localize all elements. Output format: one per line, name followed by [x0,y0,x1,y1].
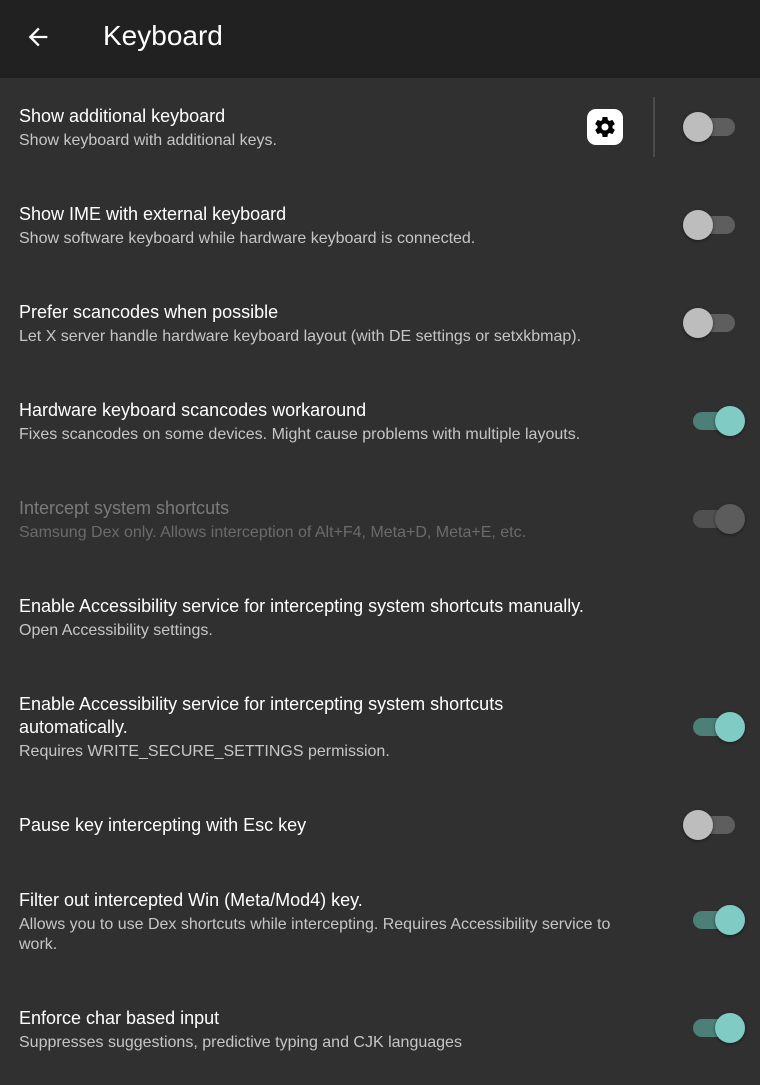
pref-summary: Samsung Dex only. Allows interception of… [19,524,527,541]
pref-show-ime-external-keyboard[interactable]: Show IME with external keyboard Show sof… [0,176,760,274]
pref-pause-intercepting-esc[interactable]: Pause key intercepting with Esc key [0,786,760,864]
pref-title: Enforce char based input [19,1008,220,1028]
pref-summary: Requires WRITE_SECURE_SETTINGS permissio… [19,743,390,760]
pref-title: Filter out intercepted Win (Meta/Mod4) k… [19,890,363,910]
pref-title: Intercept system shortcuts [19,498,230,518]
arrow-back-icon [28,27,48,47]
vertical-divider [653,97,655,157]
pref-summary: Fixes scancodes on some devices. Might c… [19,426,581,443]
pref-title: Show additional keyboard [19,106,226,126]
pref-title: Pause key intercepting with Esc key [19,815,307,835]
pref-summary-line1: Allows you to use Dex shortcuts while in… [19,916,611,933]
pref-accessibility-manual[interactable]: Enable Accessibility service for interce… [0,568,760,666]
hardware-scancodes-workaround-switch[interactable] [683,403,745,439]
show-ime-external-keyboard-switch[interactable] [683,207,739,243]
enforce-char-input-switch[interactable] [683,1010,745,1046]
pref-title-line2: automatically. [19,717,128,737]
pref-prefer-scancodes[interactable]: Prefer scancodes when possible Let X ser… [0,274,760,372]
keyboard-settings-screen: Keyboard Show additional keyboard Show k… [0,0,760,1085]
pref-title: Enable Accessibility service for interce… [19,596,584,616]
filter-win-key-switch[interactable] [683,902,745,938]
pref-filter-win-key[interactable]: Filter out intercepted Win (Meta/Mod4) k… [0,864,760,980]
pref-summary: Open Accessibility settings. [19,622,213,639]
gear-icon [587,109,623,145]
intercept-system-shortcuts-switch [683,501,745,537]
pref-summary: Suppresses suggestions, predictive typin… [19,1034,462,1051]
pref-show-additional-keyboard[interactable]: Show additional keyboard Show keyboard w… [0,78,760,176]
accessibility-automatic-switch[interactable] [683,709,745,745]
pref-title: Hardware keyboard scancodes workaround [19,400,367,420]
pref-summary: Show keyboard with additional keys. [19,132,277,149]
pref-summary: Let X server handle hardware keyboard la… [19,328,582,345]
pref-summary: Show software keyboard while hardware ke… [19,230,476,247]
show-additional-keyboard-switch[interactable] [683,109,739,145]
pref-title: Show IME with external keyboard [19,204,287,224]
pref-hardware-scancodes-workaround[interactable]: Hardware keyboard scancodes workaround F… [0,372,760,470]
pref-intercept-system-shortcuts: Intercept system shortcuts Samsung Dex o… [0,470,760,568]
pref-title-line1: Enable Accessibility service for interce… [19,694,504,714]
additional-keyboard-settings-button[interactable] [586,108,624,146]
pref-title: Prefer scancodes when possible [19,302,279,322]
back-button[interactable] [12,13,64,61]
pref-accessibility-automatic[interactable]: Enable Accessibility service for interce… [0,666,760,786]
app-toolbar: Keyboard [0,0,760,78]
pref-enforce-char-input[interactable]: Enforce char based input Suppresses sugg… [0,980,760,1078]
page-title: Keyboard [103,20,223,51]
pref-summary-line2: work. [19,936,58,953]
pause-intercepting-esc-switch[interactable] [683,807,739,843]
prefer-scancodes-switch[interactable] [683,305,739,341]
